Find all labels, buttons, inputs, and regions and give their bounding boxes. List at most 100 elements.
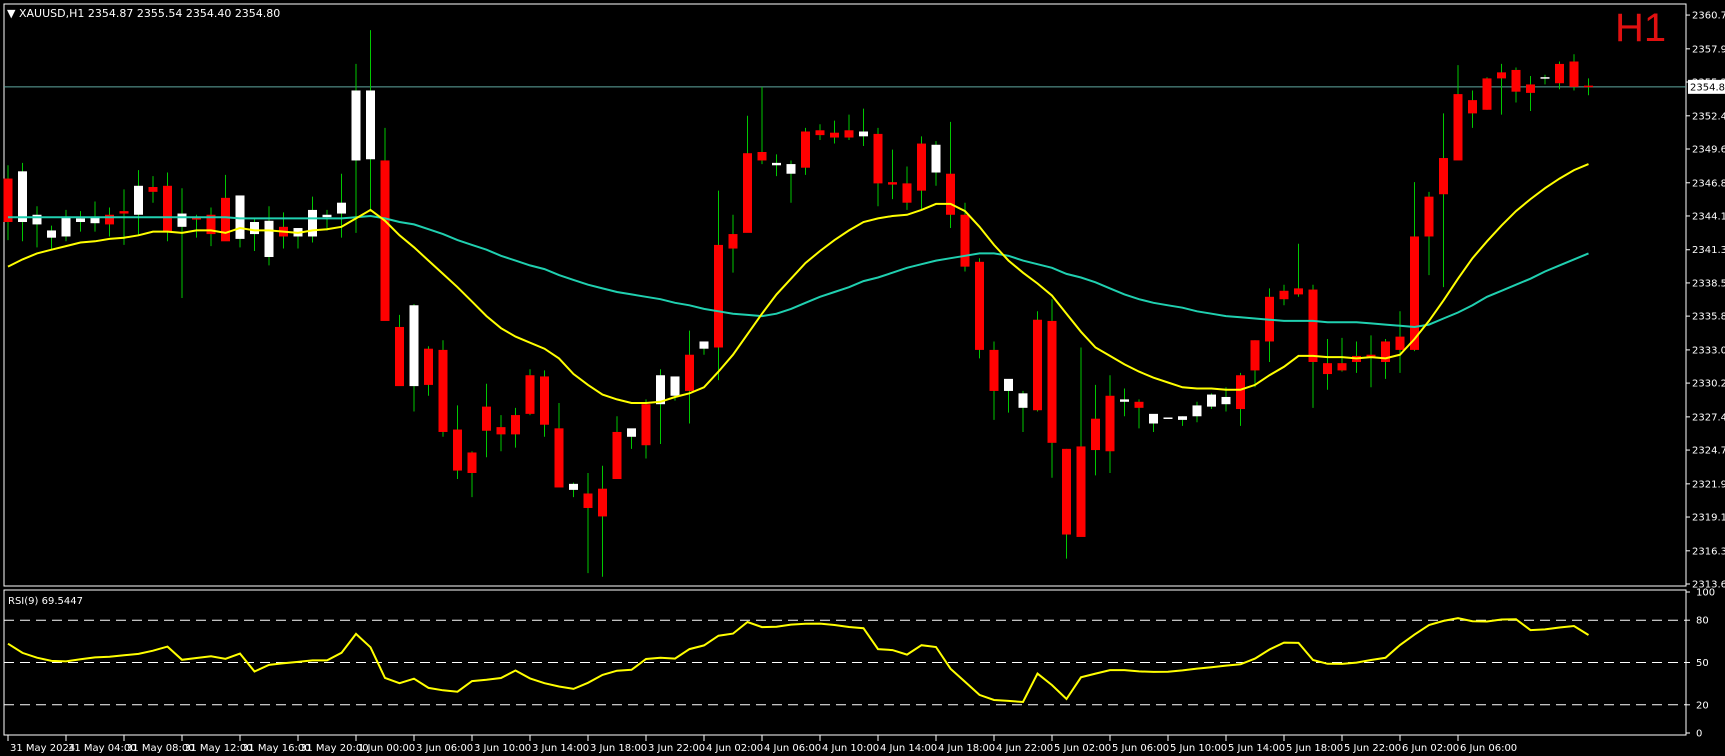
bear-candle-body (380, 160, 390, 321)
price-tick-label: 2352.40 (1692, 111, 1725, 122)
bear-candle-body (612, 431, 622, 480)
bull-candle-body (409, 305, 419, 387)
bull-candle-body (351, 90, 361, 161)
symbol-header[interactable]: ▼ XAUUSD,H1 2354.87 2355.54 2354.40 2354… (7, 7, 280, 20)
bear-candle-body (482, 406, 491, 431)
price-tick-label: 2333.00 (1692, 345, 1725, 356)
bear-candle-body (728, 234, 738, 249)
time-tick-label: 3 Jun 06:00 (416, 743, 473, 754)
price-tick-label: 2321.90 (1692, 479, 1725, 490)
bear-candle-body (830, 132, 839, 138)
chart-canvas[interactable]: 2360.752357.952355.202352.402349.652346.… (0, 0, 1725, 756)
bear-candle-body (902, 183, 912, 203)
bull-candle-body (177, 213, 187, 227)
bear-candle-body (801, 131, 810, 168)
bear-candle-body (119, 211, 129, 214)
bear-candle-body (1453, 94, 1463, 161)
rsi-label: RSI(9) 69.5447 (8, 596, 83, 607)
bear-candle-body (511, 415, 520, 435)
bear-candle-body (1482, 78, 1492, 110)
candle (525, 369, 535, 416)
bull-candle-body (931, 144, 941, 173)
candle (1482, 77, 1492, 110)
price-tick-label: 2357.95 (1692, 44, 1725, 55)
rsi-tick-label: 0 (1696, 729, 1702, 740)
bull-candle-body (366, 90, 375, 160)
current-price-tag: 2354.80 (1688, 79, 1725, 94)
bull-candle-body (772, 162, 781, 166)
time-tick-label: 5 Jun 10:00 (1170, 743, 1227, 754)
bear-candle-body (3, 178, 13, 222)
price-tick-label: 2335.80 (1692, 312, 1725, 323)
bear-candle-body (1526, 84, 1535, 93)
price-tick-label: 2349.65 (1692, 144, 1725, 155)
bull-candle-body (337, 202, 346, 214)
bear-candle-body (844, 130, 854, 138)
bull-candle-body (670, 376, 680, 396)
bear-candle-body (1294, 288, 1303, 295)
candle (438, 340, 448, 437)
bear-candle-body (1424, 196, 1434, 237)
price-tick-label: 2346.85 (1692, 178, 1725, 189)
rsi-tick-label: 50 (1696, 658, 1709, 669)
time-tick-label: 4 Jun 06:00 (764, 743, 821, 754)
bear-candle-body (1497, 72, 1506, 79)
rsi-tick-label: 80 (1696, 616, 1709, 627)
bear-candle-body (685, 354, 694, 391)
bear-candle-body (453, 429, 462, 471)
timeframe-label: H1 (1615, 6, 1667, 50)
bear-candle-body (1468, 100, 1477, 114)
time-tick-label: 4 Jun 22:00 (996, 743, 1053, 754)
bear-candle-body (946, 173, 955, 215)
bull-candle-body (47, 230, 56, 238)
candle (1033, 311, 1042, 412)
bear-candle-body (221, 197, 230, 242)
bear-candle-body (1134, 401, 1144, 408)
bull-candle-body (627, 428, 636, 437)
time-tick-label: 3 Jun 10:00 (474, 743, 531, 754)
price-tick-label: 2316.35 (1692, 546, 1725, 557)
bull-candle-body (699, 341, 709, 349)
price-tick-label: 2319.15 (1692, 513, 1725, 524)
time-tick-label: 3 Jun 14:00 (532, 743, 589, 754)
bull-candle-body (61, 217, 71, 237)
symbol-label: XAUUSD,H1 (18, 7, 85, 20)
price-tick-label: 2338.55 (1692, 278, 1725, 289)
bear-candle-body (743, 153, 752, 233)
rsi-tick-label: 100 (1696, 588, 1715, 599)
bear-candle-body (641, 404, 651, 446)
dropdown-arrow-icon[interactable]: ▼ (7, 7, 15, 20)
candle (1163, 417, 1173, 419)
time-tick-label: 3 Jun 18:00 (590, 743, 647, 754)
bear-candle-body (1091, 418, 1100, 451)
bull-candle-body (322, 214, 332, 218)
price-tick-label: 2327.45 (1692, 412, 1725, 423)
bear-candle-body (148, 187, 158, 192)
time-tick-label: 5 Jun 22:00 (1344, 743, 1401, 754)
time-tick-label: 4 Jun 14:00 (880, 743, 937, 754)
bull-candle-body (1004, 378, 1013, 391)
ohlc-values: 2354.87 2355.54 2354.40 2354.80 (87, 7, 281, 20)
bear-candle-body (975, 261, 984, 350)
price-tick-label: 2330.25 (1692, 379, 1725, 390)
bull-candle-body (1149, 413, 1158, 424)
bear-candle-body (525, 375, 535, 414)
bear-candle-body (888, 182, 897, 185)
bear-candle-body (1511, 69, 1521, 92)
time-tick-label: 4 Jun 02:00 (706, 743, 763, 754)
bull-candle-body (264, 220, 274, 257)
time-tick-label: 1 Jun 00:00 (358, 743, 415, 754)
bear-candle-body (989, 349, 999, 391)
price-tick-label: 2360.75 (1692, 11, 1725, 22)
bear-candle-body (1439, 158, 1448, 195)
bull-candle-body (1018, 393, 1028, 408)
bear-candle-body (1410, 236, 1419, 350)
bear-candle-body (583, 493, 593, 508)
time-tick-label: 6 Jun 02:00 (1402, 743, 1459, 754)
bull-candle-body (569, 483, 578, 490)
bull-candle-body (1120, 399, 1129, 402)
bear-candle-body (815, 130, 825, 136)
bull-candle-body (1540, 77, 1550, 79)
bear-candle-body (1279, 290, 1289, 300)
time-tick-label: 5 Jun 02:00 (1054, 743, 1111, 754)
